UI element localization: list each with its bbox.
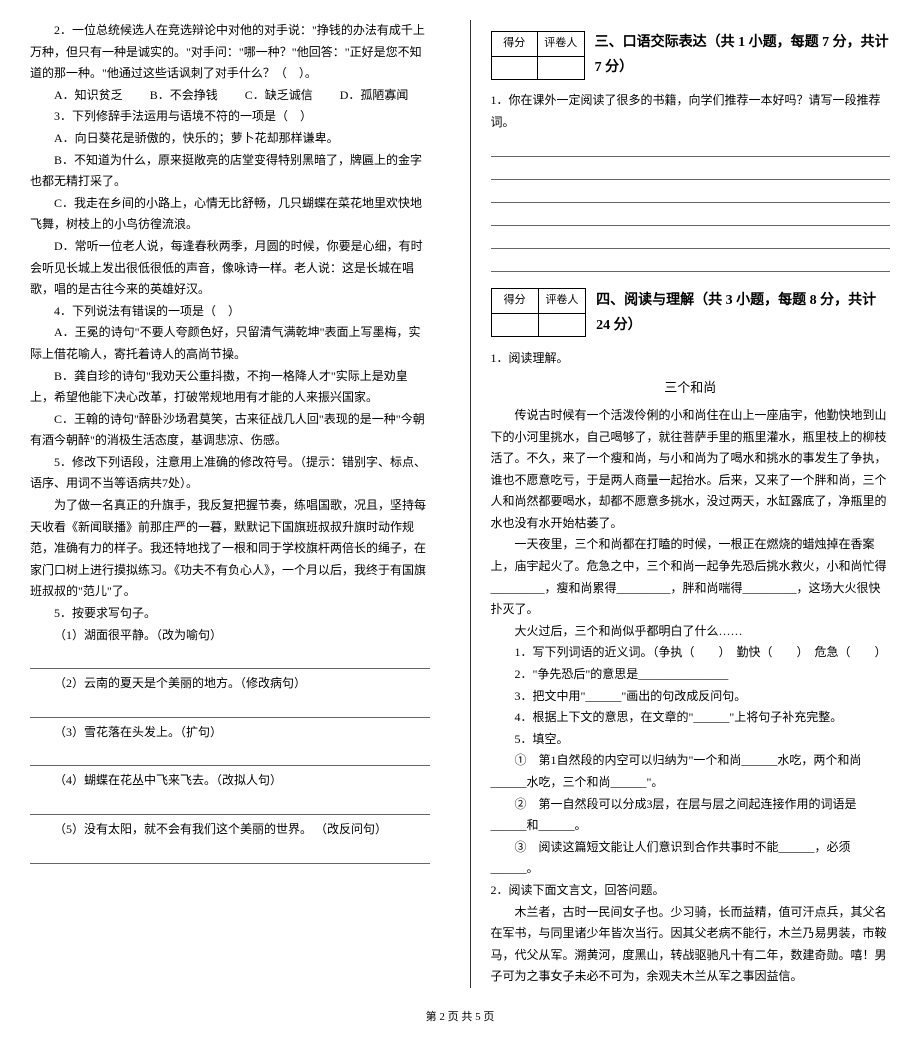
score-cell[interactable] bbox=[491, 56, 538, 79]
section-4-title: 四、阅读与理解（共 3 小题，每题 8 分，共计 24 分） bbox=[596, 288, 890, 338]
article-p3: 大火过后，三个和尚似乎都明白了什么…… bbox=[491, 621, 891, 643]
q2-opt-d: D．孤陋寡闻 bbox=[340, 88, 409, 102]
q3-opt-a: A．向日葵花是骄傲的，快乐的；萝卜花却那样谦卑。 bbox=[30, 128, 430, 150]
answer-line[interactable] bbox=[30, 796, 430, 815]
q3-opt-d: D．常听一位老人说，每逢春秋两季，月圆的时候，你要是心细，有时会听见长城上发出很… bbox=[30, 236, 430, 301]
grader-label: 评卷人 bbox=[538, 31, 585, 56]
score-table: 得分 评卷人 bbox=[491, 288, 587, 337]
left-column: 2．一位总统候选人在竞选辩论中对他的对手说："挣钱的办法有成千上万种，但只有一种… bbox=[30, 20, 440, 988]
article-p2: 一天夜里，三个和尚都在打瞌的时候，一根正在燃烧的蜡烛掉在香案上，庙宇起火了。危急… bbox=[491, 534, 891, 620]
q2-opt-c: C．缺乏诚信 bbox=[245, 88, 313, 102]
score-cell[interactable] bbox=[491, 314, 538, 337]
grader-label: 评卷人 bbox=[538, 289, 585, 314]
s4-sub3: 3．把文中用"______"画出的句改成反问句。 bbox=[491, 686, 891, 708]
section-4-header: 得分 评卷人 四、阅读与理解（共 3 小题，每题 8 分，共计 24 分） bbox=[491, 288, 891, 338]
article-p1: 传说古时候有一个活泼伶俐的小和尚住在山上一座庙宇，他勤快地到山下的小河里挑水，自… bbox=[491, 405, 891, 535]
score-label: 得分 bbox=[491, 289, 538, 314]
question-5: 5．修改下列语段，注意用上准确的修改符号。（提示：错别字、标点、语序、用词不当等… bbox=[30, 452, 430, 495]
answer-line[interactable] bbox=[30, 845, 430, 864]
grader-cell[interactable] bbox=[538, 56, 585, 79]
s3-q1: 1．你在课外一定阅读了很多的书籍，向学们推荐一本好吗？请写一段推荐词。 bbox=[491, 90, 891, 133]
q6-sub4: （4）蝴蝶在花丛中飞来飞去。（改拟人句） bbox=[30, 770, 430, 792]
article-title: 三个和尚 bbox=[491, 376, 891, 399]
q3-opt-c: C．我走在乡间的小路上，心情无比舒畅，几只蝴蝶在菜花地里欢快地飞舞，树枝上的小鸟… bbox=[30, 193, 430, 236]
s4-sub5-1: ① 第1自然段的内空可以归纳为"一个和尚______水吃，两个和尚______水… bbox=[491, 750, 891, 793]
question-4: 4．下列说法有错误的一项是（ ） bbox=[30, 301, 430, 323]
section-3-title: 三、口语交际表达（共 1 小题，每题 7 分，共计 7 分） bbox=[595, 30, 890, 80]
q6-sub2: （2）云南的夏天是个美丽的地方。（修改病句） bbox=[30, 673, 430, 695]
q4-opt-a: A．王冕的诗句"不要人夸颜色好，只留清气满乾坤"表面上写墨梅，实际上借花喻人，寄… bbox=[30, 322, 430, 365]
question-3: 3．下列修辞手法运用与语境不符的一项是（ ） bbox=[30, 106, 430, 128]
q2-opt-b: B．不会挣钱 bbox=[150, 88, 218, 102]
wenyan-text: 木兰者，古时一民间女子也。少习骑，长而益精，值可汗点兵，其父名在军书，与同里诸少… bbox=[491, 902, 891, 988]
answer-line[interactable] bbox=[30, 747, 430, 766]
s4-sub2: 2．"争先恐后"的意思是_______________ bbox=[491, 664, 891, 686]
right-column: 得分 评卷人 三、口语交际表达（共 1 小题，每题 7 分，共计 7 分） 1．… bbox=[470, 20, 891, 988]
answer-line[interactable] bbox=[30, 650, 430, 669]
answer-line[interactable] bbox=[491, 230, 891, 249]
s4-q2: 2．阅读下面文言文，回答问题。 bbox=[491, 880, 891, 902]
answer-line[interactable] bbox=[491, 184, 891, 203]
answer-line[interactable] bbox=[491, 253, 891, 272]
q6-sub3: （3）雪花落在头发上。（扩句） bbox=[30, 722, 430, 744]
q2-opt-a: A．知识贫乏 bbox=[54, 88, 123, 102]
q6-sub1: （1）湖面很平静。（改为喻句） bbox=[30, 625, 430, 647]
question-6: 5．按要求写句子。 bbox=[30, 603, 430, 625]
s4-sub5: 5．填空。 bbox=[491, 729, 891, 751]
s4-sub4: 4．根据上下文的意思，在文章的"______"上将句子补充完整。 bbox=[491, 707, 891, 729]
score-label: 得分 bbox=[491, 31, 538, 56]
score-table: 得分 评卷人 bbox=[491, 31, 585, 80]
s4-sub5-3: ③ 阅读这篇短文能让人们意识到合作共事时不能______，必须______。 bbox=[491, 837, 891, 880]
question-2: 2．一位总统候选人在竞选辩论中对他的对手说："挣钱的办法有成千上万种，但只有一种… bbox=[30, 20, 430, 85]
page-footer: 第 2 页 共 5 页 bbox=[30, 1008, 890, 1028]
q2-options: A．知识贫乏 B．不会挣钱 C．缺乏诚信 D．孤陋寡闻 bbox=[30, 85, 430, 107]
answer-line[interactable] bbox=[491, 207, 891, 226]
grader-cell[interactable] bbox=[538, 314, 585, 337]
section-3-header: 得分 评卷人 三、口语交际表达（共 1 小题，每题 7 分，共计 7 分） bbox=[491, 30, 891, 80]
s4-q1: 1．阅读理解。 bbox=[491, 348, 891, 370]
q4-opt-b: B．龚自珍的诗句"我劝天公重抖擞，不拘一格降人才"实际上是劝皇上，希望他能下决心… bbox=[30, 366, 430, 409]
q3-opt-b: B．不知道为什么，原来挺敞亮的店堂变得特别黑暗了，牌匾上的金字也都无精打采了。 bbox=[30, 150, 430, 193]
q6-sub5: （5）没有太阳，就不会有我们这个美丽的世界。 （改反问句） bbox=[30, 819, 430, 841]
s4-sub1: 1．写下列词语的近义词。（争执（ ） 勤快（ ） 危急（ ） bbox=[491, 642, 891, 664]
q5-passage: 为了做一名真正的升旗手，我反复把握节奏，练唱国歌，况且，坚持每天收看《新闻联播》… bbox=[30, 495, 430, 603]
answer-line[interactable] bbox=[491, 138, 891, 157]
answer-line[interactable] bbox=[30, 699, 430, 718]
q4-opt-c: C．王翰的诗句"醉卧沙场君莫笑，古来征战几人回"表现的是一种"今朝有酒今朝醉"的… bbox=[30, 409, 430, 452]
s4-sub5-2: ② 第一自然段可以分成3层，在层与层之间起连接作用的词语是______和____… bbox=[491, 794, 891, 837]
answer-line[interactable] bbox=[491, 161, 891, 180]
